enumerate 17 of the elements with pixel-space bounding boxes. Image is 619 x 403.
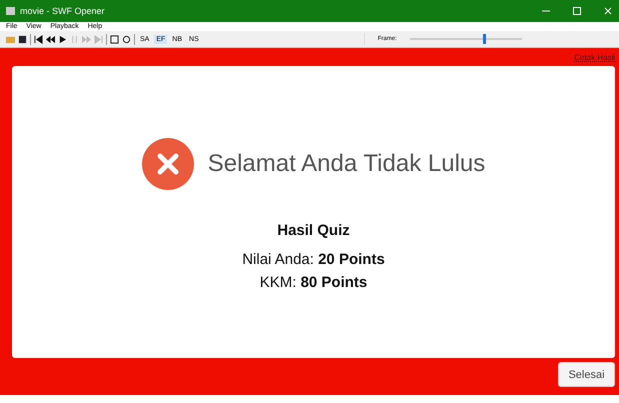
close-icon[interactable] [603, 6, 613, 16]
window-title: movie - SWF Opener [20, 6, 106, 16]
play-icon[interactable] [58, 34, 67, 44]
save-icon[interactable] [18, 34, 27, 44]
quiz-title: Hasil Quiz [277, 222, 350, 239]
result-heading: Selamat Anda Tidak Lulus [208, 150, 486, 178]
print-link[interactable]: Cetak Hasil [574, 53, 615, 66]
finish-button[interactable]: Selesai [558, 362, 615, 387]
frame-box-icon[interactable] [110, 34, 119, 44]
fail-icon [142, 138, 194, 190]
slider-thumb[interactable] [482, 34, 486, 44]
score-text: Nilai Anda: 20 Points [242, 251, 385, 268]
rewind-icon[interactable] [46, 34, 55, 44]
skip-back-icon[interactable] [34, 34, 43, 44]
maximize-icon[interactable] [572, 6, 582, 16]
kkm-text: KKM: 80 Points [260, 274, 368, 291]
app-icon [6, 7, 15, 15]
